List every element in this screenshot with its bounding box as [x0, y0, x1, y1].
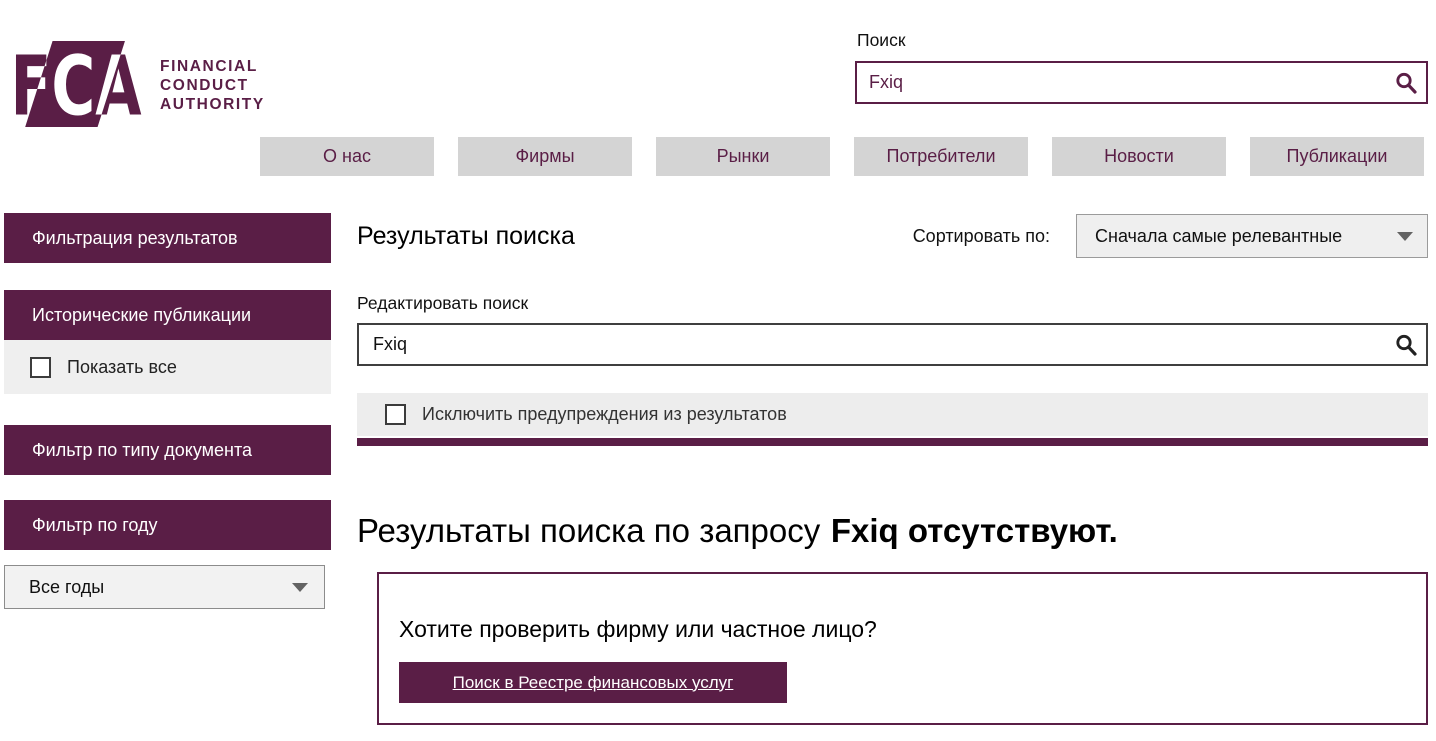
register-suggestion-panel: Хотите проверить фирму или частное лицо?… — [377, 572, 1428, 725]
search-icon[interactable] — [1394, 71, 1418, 95]
search-icon[interactable] — [1394, 333, 1418, 357]
fca-logo[interactable]: FCA FCA — [8, 39, 148, 129]
header-search-box — [855, 61, 1428, 104]
show-all-row: Показать все — [4, 340, 331, 394]
sort-dropdown[interactable]: Сначала самые релевантные — [1076, 214, 1428, 258]
nav-consumers[interactable]: Потребители — [854, 137, 1028, 176]
nav-markets[interactable]: Рынки — [656, 137, 830, 176]
brand-line-financial: FINANCIAL — [160, 58, 258, 75]
results-main: Результаты поиска Сортировать по: Сначал… — [357, 213, 1428, 725]
show-all-label: Показать все — [67, 356, 177, 377]
register-search-button[interactable]: Поиск в Реестре финансовых услуг — [399, 662, 787, 703]
primary-nav: О нас Фирмы Рынки Потребители Новости Пу… — [260, 137, 1424, 176]
edit-search-box — [357, 323, 1428, 366]
sidebar-doc-type-header[interactable]: Фильтр по типу документа — [4, 425, 331, 475]
no-results-heading: Результаты поиска по запросу Fxiq отсутст… — [357, 512, 1428, 550]
sidebar-year-header[interactable]: Фильтр по году — [4, 500, 331, 550]
year-dropdown-value: Все годы — [29, 576, 105, 597]
nav-news[interactable]: Новости — [1052, 137, 1226, 176]
sort-dropdown-value: Сначала самые релевантные — [1095, 225, 1343, 246]
page-title: Результаты поиска — [357, 221, 575, 250]
show-all-checkbox[interactable] — [30, 356, 51, 378]
no-results-prefix: Результаты поиска по запросу — [357, 512, 821, 549]
header-search-input[interactable] — [857, 63, 1426, 102]
chevron-down-icon — [292, 582, 308, 592]
brand-wordmark: FINANCIAL CONDUCT AUTHORITY — [160, 57, 265, 114]
nav-firms[interactable]: Фирмы — [458, 137, 632, 176]
exclude-warnings-checkbox[interactable] — [385, 404, 406, 425]
edit-search-input[interactable] — [359, 325, 1426, 364]
nav-publications[interactable]: Публикации — [1250, 137, 1424, 176]
brand-line-authority: AUTHORITY — [160, 96, 265, 113]
sidebar-historical-publications-header[interactable]: Исторические публикации — [4, 290, 331, 340]
section-divider — [357, 438, 1428, 446]
sort-by-label: Сортировать по: — [912, 225, 1050, 246]
edit-search-label: Редактировать поиск — [357, 293, 529, 313]
nav-about[interactable]: О нас — [260, 137, 434, 176]
brand-line-conduct: CONDUCT — [160, 77, 249, 94]
year-dropdown[interactable]: Все годы — [4, 565, 325, 609]
filters-sidebar: Фильтрация результатов Исторические публ… — [4, 213, 331, 609]
header-search-label: Поиск — [857, 30, 906, 50]
register-prompt: Хотите проверить фирму или частное лицо? — [399, 616, 877, 642]
sidebar-filter-results-header[interactable]: Фильтрация результатов — [4, 213, 331, 263]
exclude-warnings-label: Исключить предупреждения из результатов — [422, 404, 787, 424]
exclude-warnings-row: Исключить предупреждения из результатов — [357, 393, 1428, 436]
chevron-down-icon — [1397, 231, 1413, 241]
results-header-row: Результаты поиска Сортировать по: Сначал… — [357, 213, 1428, 259]
no-results-emphasis: Fxiq отсутствуют. — [830, 512, 1118, 549]
fca-search-results-page: FCA FCA FINANCIAL CONDUCT AUTHORITY Поис… — [0, 0, 1436, 741]
